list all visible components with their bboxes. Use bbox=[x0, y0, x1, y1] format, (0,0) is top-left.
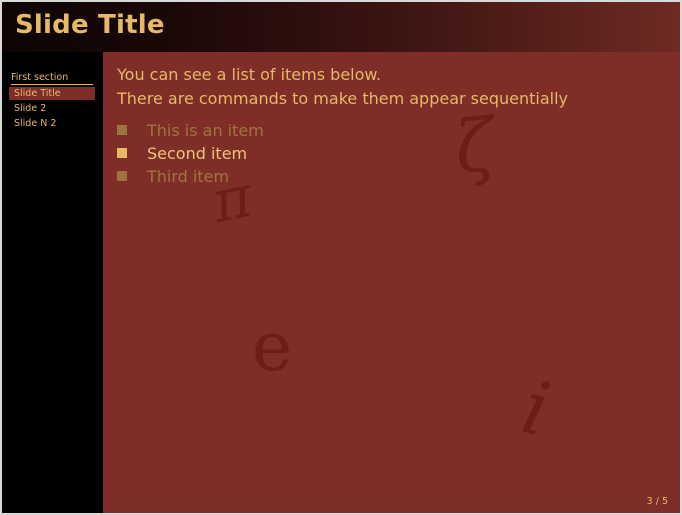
list-item-text: This is an item bbox=[147, 121, 264, 140]
e-symbol: e bbox=[252, 308, 293, 387]
sidebar-item-slide-2[interactable]: Slide 2 bbox=[9, 102, 95, 115]
list-item-text: Third item bbox=[147, 167, 230, 186]
list-item-text: Second item bbox=[147, 144, 248, 163]
bullet-square-icon bbox=[117, 125, 127, 135]
title-bar: Slide Title bbox=[2, 2, 680, 52]
bullet-square-icon bbox=[117, 148, 127, 158]
sidebar-item-slide-n-2[interactable]: Slide N 2 bbox=[9, 117, 95, 130]
zeta-symbol: ζ bbox=[450, 102, 499, 190]
slide-frame: Slide Title First section Slide Title Sl… bbox=[2, 2, 680, 513]
list-item: Third item bbox=[117, 167, 229, 186]
sidebar: First section Slide Title Slide 2 Slide … bbox=[2, 52, 103, 513]
page-number: 3 / 5 bbox=[646, 496, 668, 507]
intro-line-2: There are commands to make them appear s… bbox=[117, 89, 569, 108]
i-symbol: i bbox=[513, 364, 558, 454]
list-item: This is an item bbox=[117, 121, 264, 140]
sidebar-section-first[interactable]: First section bbox=[11, 72, 93, 85]
bullet-square-icon bbox=[117, 171, 127, 181]
list-item: Second item bbox=[117, 144, 247, 163]
sidebar-item-slide-title[interactable]: Slide Title bbox=[9, 87, 95, 100]
intro-line-1: You can see a list of items below. bbox=[117, 65, 382, 84]
slide-title: Slide Title bbox=[15, 10, 165, 40]
